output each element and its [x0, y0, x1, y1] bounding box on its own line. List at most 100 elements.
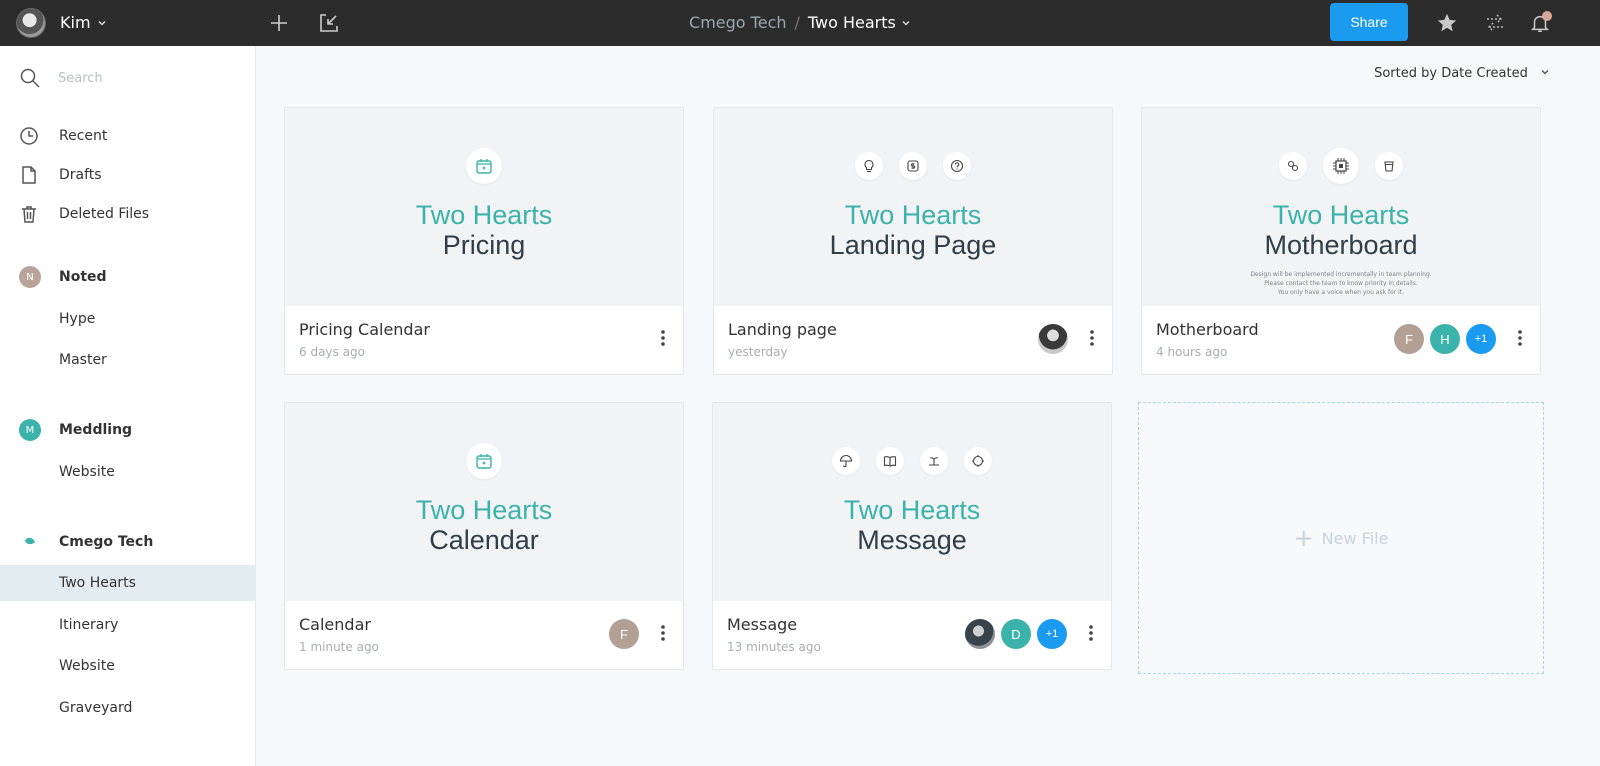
file-thumbnail: Two Hearts Calendar	[285, 403, 683, 601]
project-hype[interactable]: Hype	[0, 301, 256, 337]
umbrella-icon	[832, 447, 860, 475]
thumbnail-title: Two Hearts	[415, 495, 553, 525]
avatar[interactable]	[1038, 324, 1068, 354]
file-date: 6 days ago	[299, 345, 365, 359]
new-file-button[interactable]	[264, 8, 294, 38]
file-card-message[interactable]: Two Hearts Message Message 13 minutes ag…	[712, 402, 1112, 670]
sidebar-item-label: Recent	[59, 128, 108, 144]
bacteria-icon	[1279, 152, 1307, 180]
cup-icon	[1375, 152, 1403, 180]
island-icon	[920, 447, 948, 475]
search-input[interactable]	[58, 67, 238, 89]
collaborators: D +1	[965, 619, 1067, 649]
team-label: Meddling	[59, 422, 133, 438]
collaborators: F H +1	[1394, 324, 1496, 354]
project-label: Website	[59, 464, 115, 480]
team-label: Noted	[59, 269, 107, 285]
search-icon	[20, 68, 40, 88]
star-icon	[1437, 13, 1457, 32]
sidebar-item-recent[interactable]: Recent	[0, 118, 256, 154]
circuit-icon	[1323, 148, 1359, 184]
avatar[interactable]: H	[1430, 324, 1460, 354]
project-graveyard[interactable]: Graveyard	[0, 690, 256, 726]
avatar[interactable]: D	[1001, 619, 1031, 649]
thumbnail-icons	[1142, 148, 1540, 184]
new-file-label: New File	[1321, 528, 1389, 548]
more-vertical-icon	[1518, 330, 1522, 346]
sidebar-item-deleted[interactable]: Deleted Files	[0, 196, 256, 232]
more-vertical-icon	[1090, 330, 1094, 346]
import-button[interactable]	[314, 8, 344, 38]
arrows-icon	[1487, 14, 1503, 32]
project-two-hearts[interactable]: Two Hearts	[0, 565, 256, 601]
team-cmego-tech[interactable]: Cmego Tech	[0, 524, 256, 560]
breadcrumb-project[interactable]: Two Hearts	[808, 13, 911, 32]
avatar[interactable]: F	[609, 619, 639, 649]
file-thumbnail: Two Hearts Landing Page	[714, 108, 1112, 306]
file-card-motherboard[interactable]: Two Hearts Motherboard Design will be im…	[1141, 107, 1541, 375]
user-name: Kim	[60, 13, 91, 32]
sidebar-item-label: Deleted Files	[59, 206, 150, 222]
favorite-button[interactable]	[1432, 8, 1462, 38]
note-line: Design will be implemented incrementally…	[1250, 271, 1432, 278]
file-icon	[22, 166, 36, 184]
import-icon	[320, 14, 338, 32]
file-date: 1 minute ago	[299, 640, 379, 654]
thumbnail-notes: Design will be implemented incrementally…	[1142, 270, 1540, 297]
share-button[interactable]: Share	[1330, 3, 1408, 41]
file-menu-button[interactable]	[651, 621, 675, 645]
file-card-calendar[interactable]: Two Hearts Calendar Calendar 1 minute ag…	[284, 402, 684, 670]
user-avatar[interactable]	[16, 8, 46, 38]
thumbnail-title: Two Hearts	[844, 200, 982, 230]
note-line: Please contact the team to know priority…	[1264, 280, 1418, 287]
leaf-icon	[25, 537, 35, 545]
file-thumbnail: Two Hearts Motherboard Design will be im…	[1142, 108, 1540, 306]
notifications-button[interactable]	[1525, 8, 1555, 38]
thumbnail-title: Two Hearts	[843, 495, 981, 525]
sort-dropdown[interactable]: Sorted by Date Created	[1330, 66, 1550, 81]
calendar-icon	[466, 443, 502, 479]
file-menu-button[interactable]	[1508, 326, 1532, 350]
notification-dot	[1542, 11, 1552, 21]
team-meddling[interactable]: M Meddling	[0, 412, 256, 448]
dollar-icon	[899, 152, 927, 180]
plus-icon	[271, 15, 287, 31]
new-file-tile[interactable]: + New File	[1138, 402, 1544, 674]
more-collaborators-badge[interactable]: +1	[1037, 619, 1067, 649]
book-icon	[876, 447, 904, 475]
team-badge: M	[19, 419, 41, 441]
project-website[interactable]: Website	[0, 648, 256, 684]
more-collaborators-badge[interactable]: +1	[1466, 324, 1496, 354]
project-label: Website	[59, 658, 115, 674]
file-date: yesterday	[728, 345, 788, 359]
lightbulb-icon	[855, 152, 883, 180]
team-noted[interactable]: N Noted	[0, 259, 256, 295]
file-card-landing-page[interactable]: Two Hearts Landing Page Landing page yes…	[713, 107, 1113, 375]
file-date: 13 minutes ago	[727, 640, 821, 654]
file-name: Motherboard	[1156, 320, 1259, 339]
file-thumbnail: Two Hearts Message	[713, 403, 1111, 601]
project-itinerary[interactable]: Itinerary	[0, 607, 256, 643]
plus-icon: +	[1293, 524, 1314, 552]
breadcrumb-team[interactable]: Cmego Tech	[689, 13, 786, 32]
calendar-icon	[466, 148, 502, 184]
thumbnail-subtitle: Calendar	[429, 525, 539, 555]
sort-label: Sorted by Date Created	[1374, 66, 1528, 81]
sidebar: Recent Drafts Deleted Files N Noted Hype…	[0, 46, 256, 766]
project-label: Master	[59, 352, 107, 368]
project-website[interactable]: Website	[0, 454, 256, 490]
project-master[interactable]: Master	[0, 342, 256, 378]
avatar[interactable]	[965, 619, 995, 649]
more-vertical-icon	[661, 330, 665, 346]
move-button[interactable]	[1480, 8, 1510, 38]
file-card-pricing-calendar[interactable]: Two Hearts Pricing Pricing Calendar 6 da…	[284, 107, 684, 375]
breadcrumb-separator: /	[794, 13, 800, 32]
file-thumbnail: Two Hearts Pricing	[285, 108, 683, 306]
sidebar-item-drafts[interactable]: Drafts	[0, 157, 256, 193]
file-menu-button[interactable]	[1079, 621, 1103, 645]
file-menu-button[interactable]	[651, 326, 675, 350]
user-menu[interactable]: Kim	[60, 13, 107, 32]
file-menu-button[interactable]	[1080, 326, 1104, 350]
avatar[interactable]: F	[1394, 324, 1424, 354]
project-label: Graveyard	[59, 700, 133, 716]
